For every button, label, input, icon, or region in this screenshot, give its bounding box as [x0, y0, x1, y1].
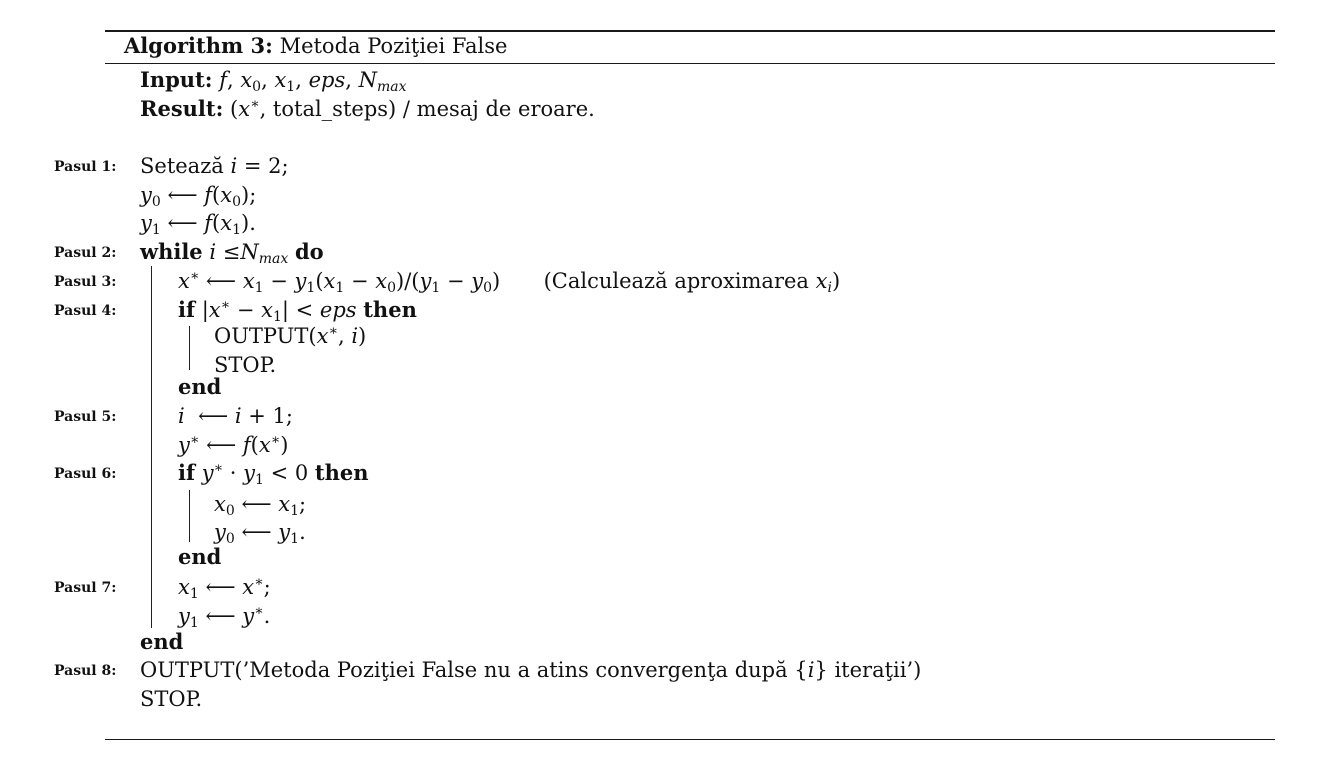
- step-label-3: Pasul 3:: [54, 274, 117, 290]
- input-line: Input: f, x0, x1, eps, Nmax: [140, 67, 407, 95]
- step-label-4: Pasul 4:: [54, 303, 117, 319]
- algorithm-label: Algorithm 3:: [124, 33, 273, 58]
- assign-x1: x1 ⟵ x∗;: [178, 574, 271, 602]
- while-line: while i ≤Nmax do: [140, 239, 324, 267]
- end-if-2: end: [178, 544, 222, 569]
- compute-xstar: x∗ ⟵ x1 − y1(x1 − x0)/(y1 − y0) (Calcule…: [178, 268, 841, 296]
- assign-y1: y1 ⟵ y∗.: [178, 603, 271, 631]
- step-label-2: Pasul 2:: [54, 245, 117, 261]
- algorithm-header: Algorithm 3: Metoda Poziţiei False: [124, 33, 507, 59]
- step-label-5: Pasul 5:: [54, 409, 117, 425]
- stop-1: STOP.: [214, 353, 277, 377]
- bottom-rule: [105, 739, 1275, 740]
- output-result: OUTPUT(x∗, i): [214, 323, 367, 348]
- init-y0: y0 ⟵ f(x0);: [140, 183, 257, 210]
- result-line: Result: (x∗, total_steps) / mesaj de ero…: [140, 96, 595, 121]
- compute-ystar: y∗ ⟵ f(x∗): [178, 432, 289, 457]
- final-output: OUTPUT(’Metoda Poziţiei False nu a atins…: [140, 658, 922, 682]
- input-label: Input:: [140, 67, 213, 92]
- result-label: Result:: [140, 96, 224, 121]
- step-label-8: Pasul 8:: [54, 663, 117, 679]
- assign-y0: y0 ⟵ y1.: [214, 520, 306, 547]
- header-rule: [105, 63, 1275, 64]
- end-if-1: end: [178, 374, 222, 399]
- increment-i: i ⟵ i + 1;: [178, 404, 293, 428]
- final-stop: STOP.: [140, 687, 203, 711]
- algorithm-title: Metoda Poziţiei False: [279, 34, 508, 58]
- step-label-7: Pasul 7:: [54, 580, 117, 596]
- init-y1: y1 ⟵ f(x1).: [140, 211, 256, 238]
- assign-x0: x0 ⟵ x1;: [214, 492, 307, 519]
- step-label-6: Pasul 6:: [54, 466, 117, 482]
- step-label-1: Pasul 1:: [54, 159, 117, 175]
- if-body-bar-1: [189, 326, 190, 370]
- top-rule: [105, 30, 1275, 32]
- end-while: end: [140, 629, 184, 654]
- init-i: Setează i = 2;: [140, 154, 289, 178]
- if-converged: if |x∗ − x1| < eps then: [178, 297, 417, 325]
- if-sign-change: if y∗ · y1 < 0 then: [178, 460, 369, 488]
- if-body-bar-2: [189, 490, 190, 542]
- while-body-bar: [151, 266, 152, 628]
